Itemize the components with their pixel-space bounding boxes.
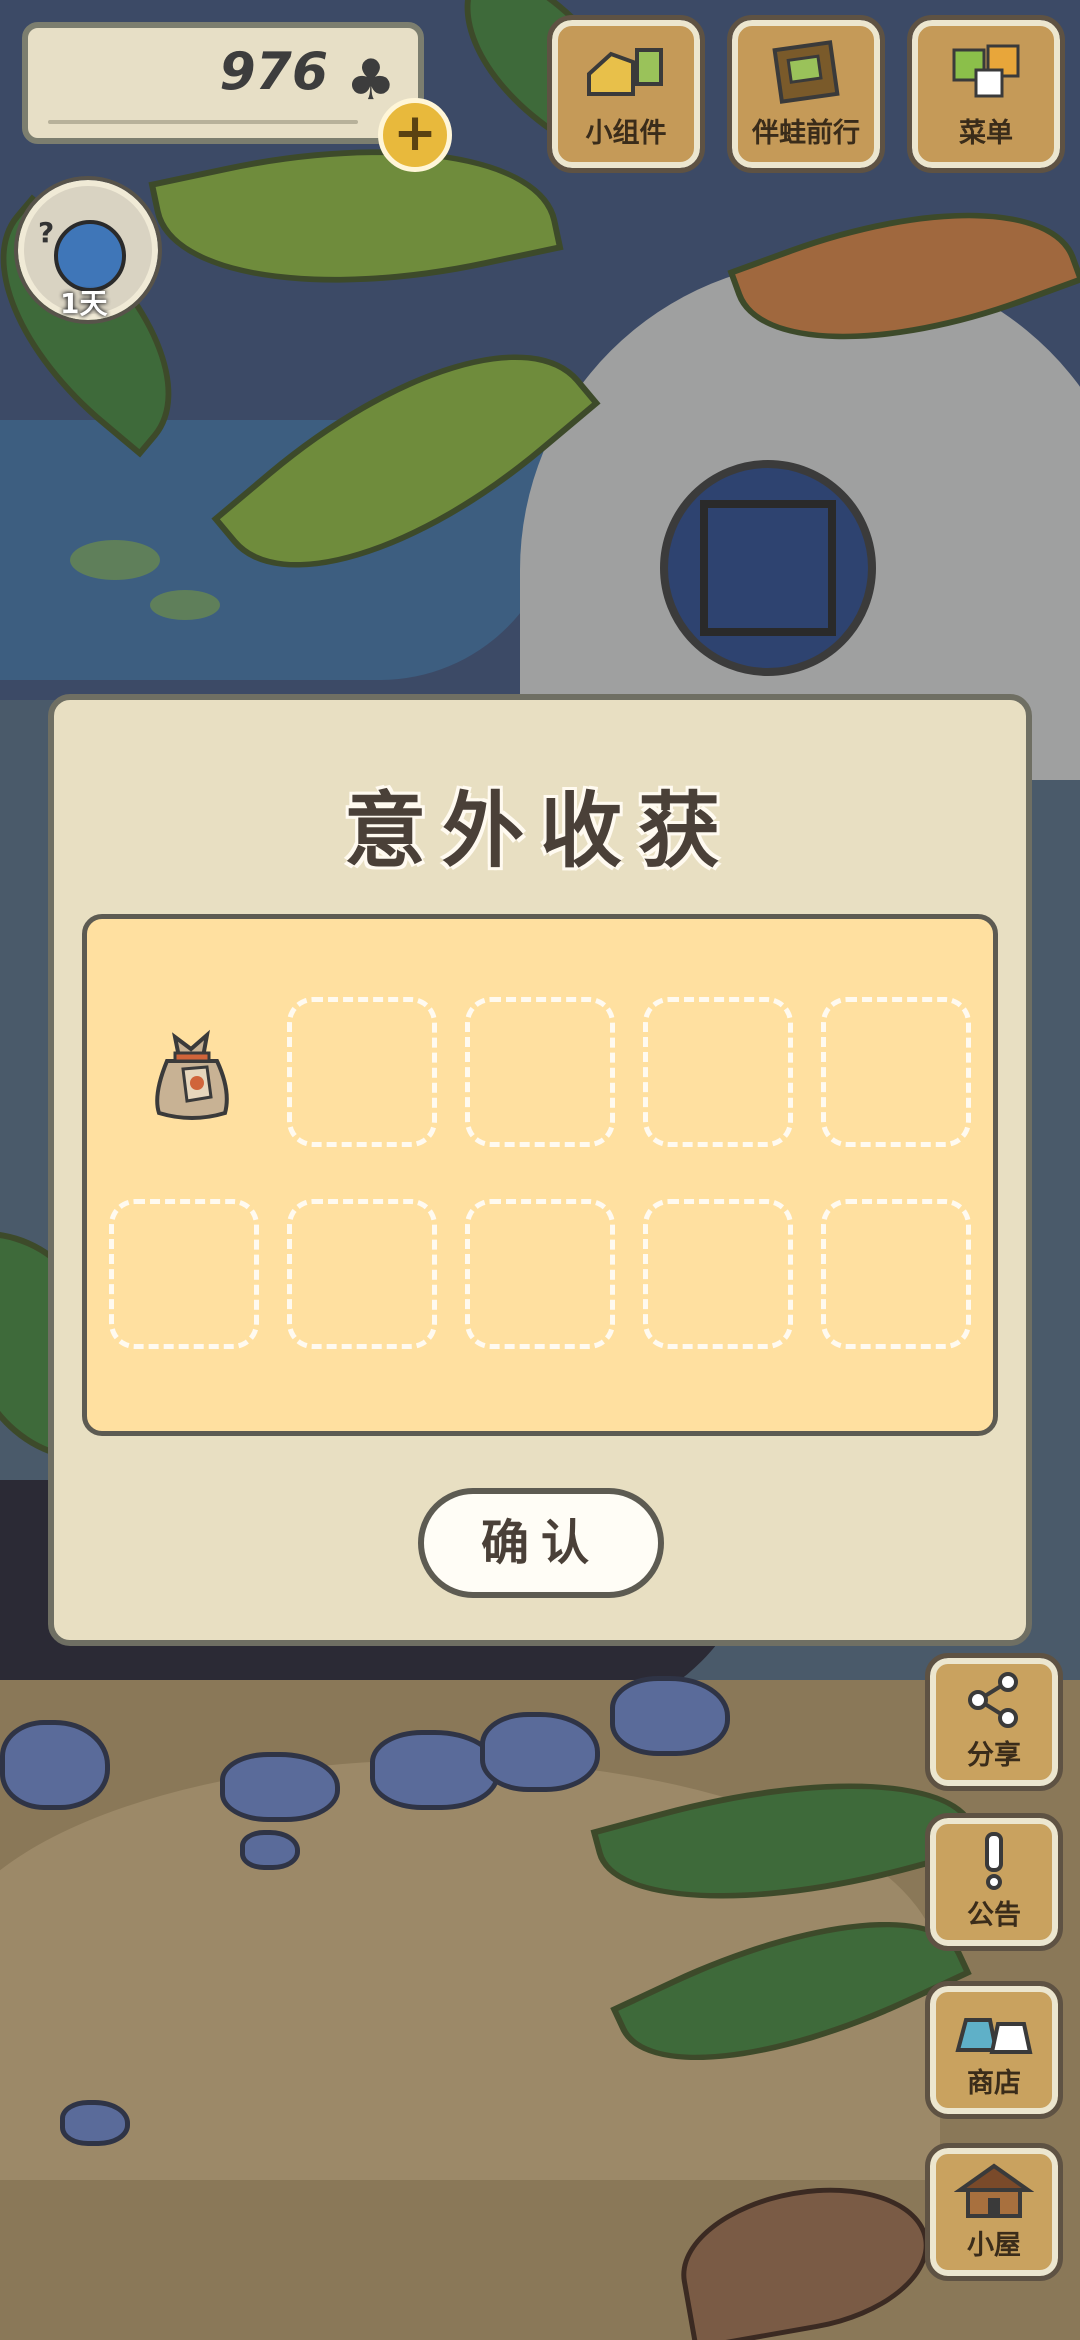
shop-button-label: 商店 — [967, 2068, 1021, 2099]
widget-button-label: 小组件 — [585, 118, 667, 149]
reward-dialog: 意外收获 确认 — [48, 694, 1032, 1646]
divider — [48, 120, 358, 124]
reward-slot-10 — [821, 1199, 971, 1349]
shop-button[interactable]: 商店 — [925, 1981, 1063, 2119]
reward-slot-4 — [643, 997, 793, 1147]
widget-button[interactable]: 小组件 — [547, 15, 705, 173]
rock — [240, 1830, 300, 1870]
journey-button[interactable]: 伴蛙前行 — [727, 15, 885, 173]
journal-icon — [738, 40, 874, 118]
rock — [480, 1712, 600, 1792]
reward-slot-6 — [109, 1199, 259, 1349]
reward-items-panel — [82, 914, 998, 1436]
dialog-title: 意外收获 — [343, 784, 736, 879]
lily-pad — [150, 590, 220, 620]
share-icon — [936, 1672, 1052, 1741]
travel-days-label: 1天 — [60, 287, 108, 320]
menu-icon — [918, 40, 1054, 118]
clover-amount: 976 — [219, 42, 328, 102]
journey-button-label: 伴蛙前行 — [752, 118, 860, 149]
reward-slot-7 — [287, 1199, 437, 1349]
reward-slot-5 — [821, 997, 971, 1147]
confirm-button[interactable]: 确认 — [418, 1488, 664, 1598]
notice-button-label: 公告 — [967, 1900, 1021, 1931]
reward-slot-8 — [465, 1199, 615, 1349]
seed-bag-icon — [155, 1029, 229, 1120]
rock — [220, 1752, 340, 1822]
rock — [0, 1720, 110, 1810]
share-button[interactable]: 分享 — [925, 1653, 1063, 1791]
window-lattice — [700, 500, 836, 636]
house-button-label: 小屋 — [967, 2230, 1021, 2261]
clover-icon: ♣ — [345, 48, 396, 113]
menu-button[interactable]: 菜单 — [907, 15, 1065, 173]
add-clover-button[interactable]: + — [378, 98, 452, 172]
clover-counter: 976 ♣ — [22, 22, 424, 144]
reward-slot-9 — [643, 1199, 793, 1349]
rock — [60, 2100, 130, 2146]
rock — [610, 1676, 730, 1756]
widget-icon — [558, 40, 694, 118]
lily-pad — [70, 540, 160, 580]
reward-slot-3 — [465, 997, 615, 1147]
notice-button[interactable]: 公告 — [925, 1813, 1063, 1951]
reward-slot-1[interactable] — [109, 997, 259, 1147]
house-button[interactable]: 小屋 — [925, 2143, 1063, 2281]
share-button-label: 分享 — [967, 1740, 1021, 1771]
menu-button-label: 菜单 — [959, 118, 1013, 149]
question-icon: ? — [38, 216, 55, 249]
reward-slot-2 — [287, 997, 437, 1147]
